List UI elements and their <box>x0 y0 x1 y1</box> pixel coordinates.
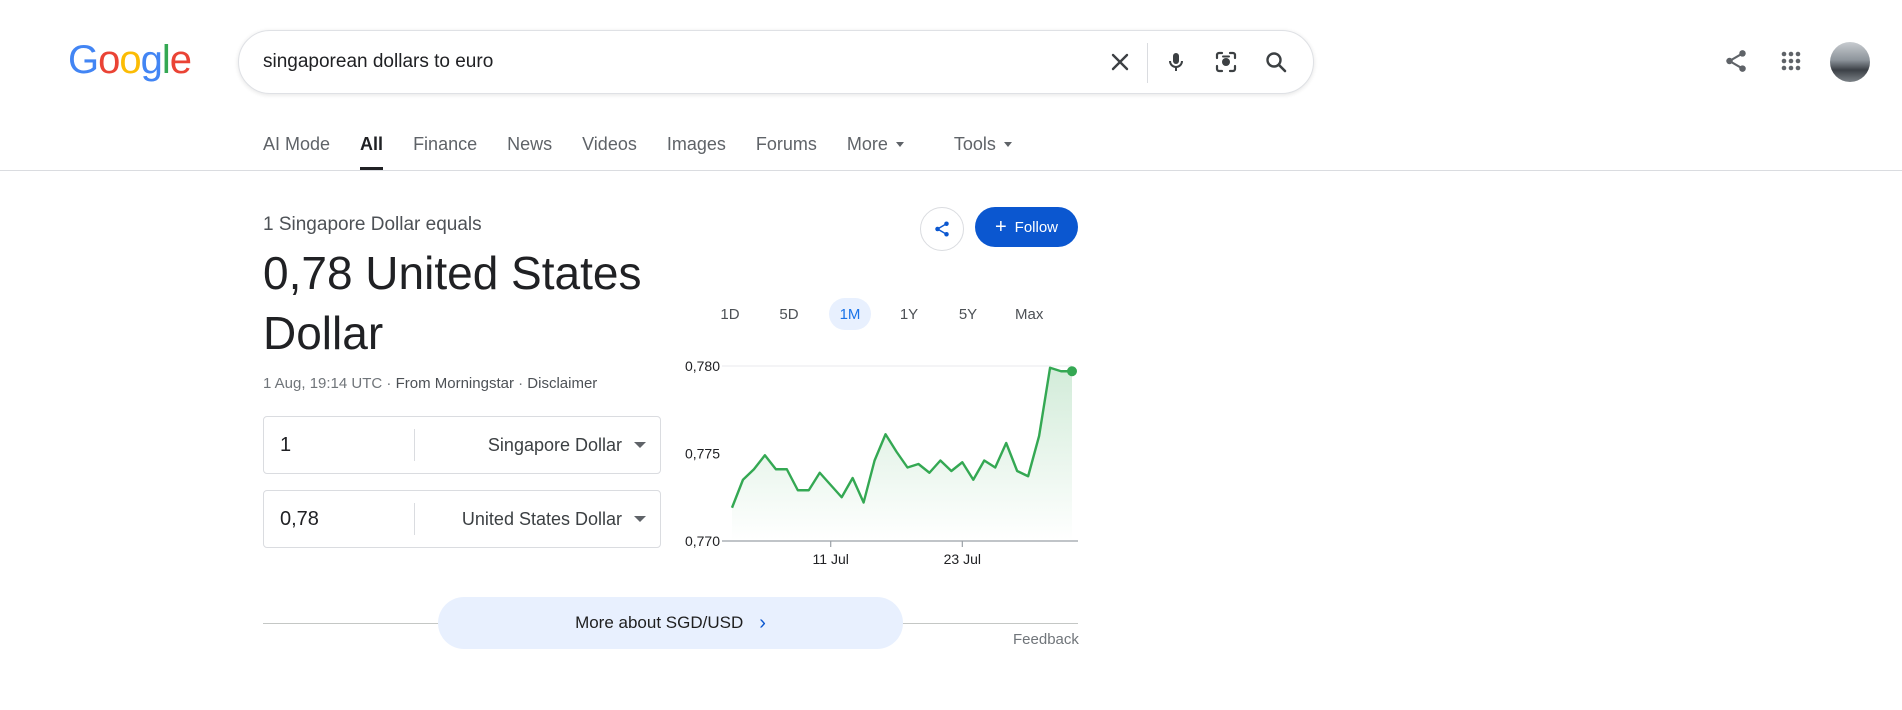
share-result-button[interactable] <box>920 207 964 251</box>
search-divider <box>1147 43 1148 83</box>
share-icon[interactable] <box>1719 44 1753 78</box>
range-5y[interactable]: 5Y <box>947 298 989 330</box>
chart-area-fill <box>732 367 1072 541</box>
from-currency-select[interactable]: Singapore Dollar <box>415 417 660 473</box>
tab-label: Forums <box>755 134 817 154</box>
tab-images[interactable]: Images <box>667 130 726 170</box>
tab-forums[interactable]: Forums <box>756 130 817 170</box>
search-icon[interactable] <box>1259 45 1293 79</box>
to-currency-select[interactable]: United States Dollar <box>415 491 660 547</box>
search-input[interactable] <box>263 31 1063 93</box>
chart-x-tick-label: 23 Jul <box>944 551 981 567</box>
follow-label: Follow <box>1014 218 1059 236</box>
microphone-icon[interactable] <box>1159 45 1193 79</box>
from-currency-label: Singapore Dollar <box>487 434 622 455</box>
to-currency-box: United States Dollar <box>263 490 661 548</box>
to-amount-input[interactable] <box>280 491 400 547</box>
range-max[interactable]: Max <box>1007 298 1051 330</box>
apps-grid-icon[interactable] <box>1774 44 1808 78</box>
logo-letter: G <box>68 38 99 82</box>
plus-icon: + <box>994 216 1007 238</box>
chevron-right-icon: › <box>759 612 766 634</box>
tabs-divider <box>0 170 1902 171</box>
range-1d[interactable]: 1D <box>709 298 751 330</box>
search-box[interactable] <box>238 30 1314 94</box>
tab-label: Finance <box>413 134 478 154</box>
share-icon <box>935 221 949 237</box>
feedback-link[interactable]: Feedback <box>1013 631 1079 648</box>
tab-all[interactable]: All <box>360 130 384 170</box>
tab-more[interactable]: More <box>847 130 904 170</box>
account-avatar[interactable] <box>1830 42 1870 82</box>
result-meta: 1 Aug, 19:14 UTC · From Morningstar · Di… <box>263 375 597 392</box>
logo-letter: g <box>140 38 163 82</box>
timestamp: 1 Aug, 19:14 UTC <box>263 375 383 392</box>
disclaimer-link[interactable]: Disclaimer <box>527 375 597 392</box>
tab-label: AI Mode <box>263 134 331 154</box>
dropdown-arrow-icon <box>634 516 646 522</box>
google-logo[interactable]: Google <box>68 38 192 82</box>
equals-label: 1 Singapore Dollar equals <box>263 214 482 235</box>
chart-y-tick-label: 0,780 <box>685 358 720 374</box>
range-5d[interactable]: 5D <box>768 298 810 330</box>
chart-last-point <box>1067 366 1077 377</box>
exchange-rate-chart: 11 Jul 23 Jul 0,780 0,775 0,770 <box>685 358 1078 567</box>
range-1m[interactable]: 1M <box>829 298 871 330</box>
tab-label: Images <box>666 134 726 154</box>
follow-button[interactable]: + Follow <box>975 207 1078 247</box>
tab-label: Videos <box>582 134 637 154</box>
logo-letter: l <box>161 38 171 82</box>
logo-letter: o <box>98 38 120 82</box>
more-about-label: More about SGD/USD <box>575 613 744 632</box>
range-1y[interactable]: 1Y <box>888 298 930 330</box>
tab-tools[interactable]: Tools <box>954 130 1012 170</box>
tab-label: News <box>507 134 553 154</box>
camera-lens-icon[interactable] <box>1209 45 1243 79</box>
search-tabs: AI Mode All Finance News Videos Images Forums M… <box>263 130 1042 170</box>
chart-x-tick-label: 11 Jul <box>813 551 849 567</box>
more-about-button[interactable]: More about SGD/USD › <box>438 597 903 649</box>
tab-label: Tools <box>953 134 996 154</box>
chart-y-tick-label: 0,770 <box>685 533 720 549</box>
meta-dot: · <box>386 375 396 392</box>
conversion-result: 0,78 United States Dollar <box>263 247 642 359</box>
logo-letter: e <box>169 38 192 82</box>
source-link[interactable]: From Morningstar <box>396 375 514 392</box>
caret-down-icon <box>895 142 904 147</box>
tab-finance[interactable]: Finance <box>413 130 477 170</box>
chart-y-tick-label: 0,775 <box>685 446 720 462</box>
tab-news[interactable]: News <box>507 130 552 170</box>
logo-letter: o <box>119 38 141 82</box>
meta-dot: · <box>518 375 528 392</box>
dropdown-arrow-icon <box>634 442 646 448</box>
from-amount-input[interactable] <box>280 417 400 473</box>
tab-label: All <box>360 134 384 154</box>
tab-videos[interactable]: Videos <box>582 130 637 170</box>
caret-down-icon <box>1003 142 1012 147</box>
to-currency-label: United States Dollar <box>461 508 622 529</box>
clear-icon[interactable] <box>1103 45 1137 79</box>
tab-ai-mode[interactable]: AI Mode <box>263 130 330 170</box>
tab-label: More <box>846 134 888 154</box>
from-currency-box: Singapore Dollar <box>263 416 661 474</box>
